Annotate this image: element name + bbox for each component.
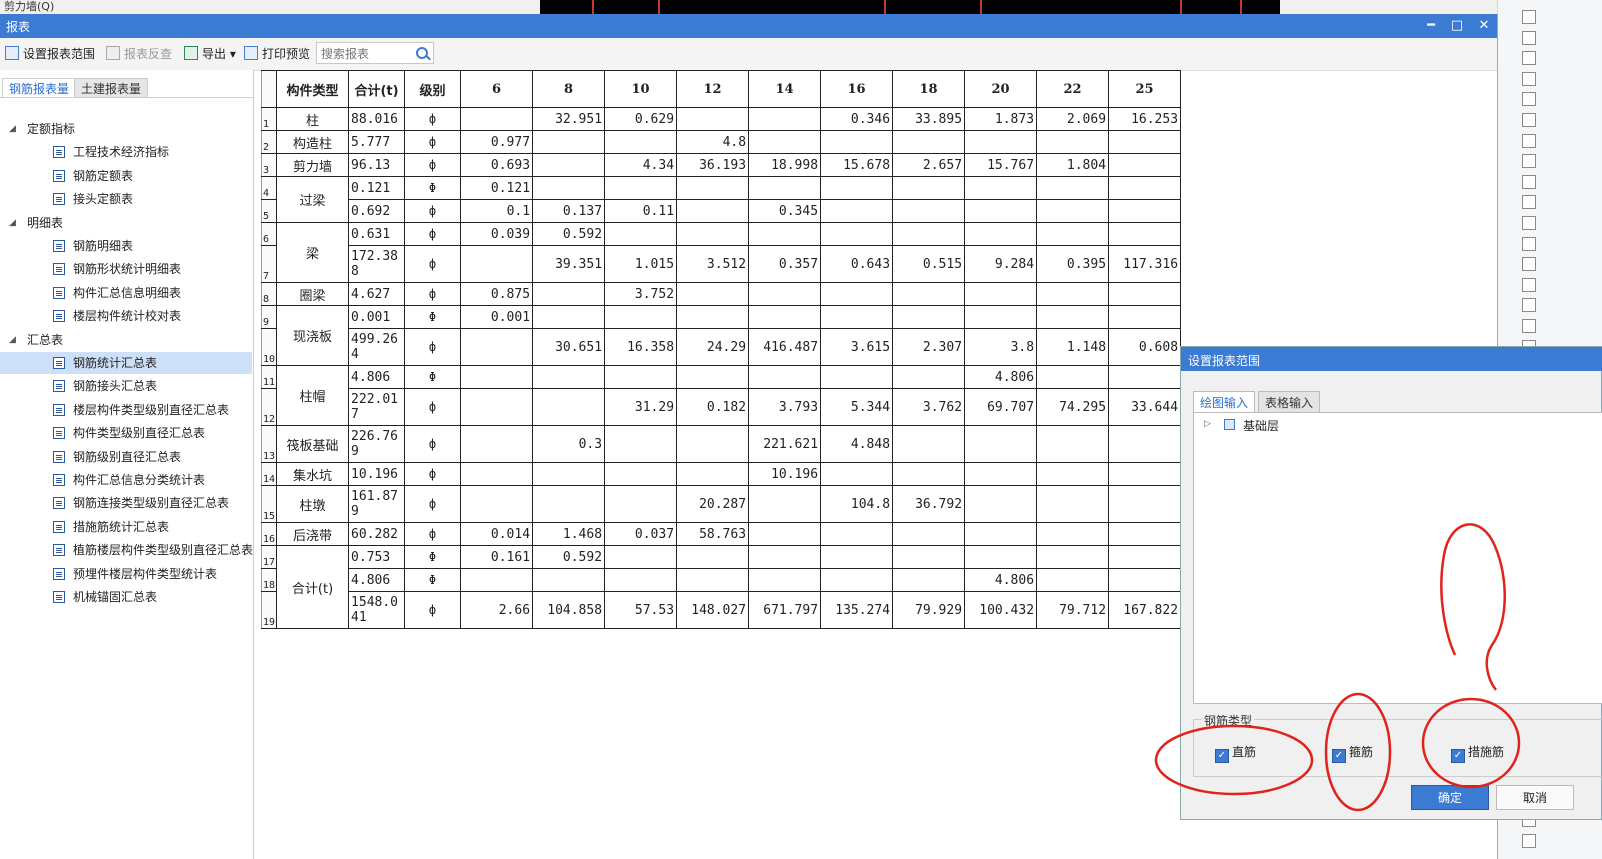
annotation-circle-stirrup [1324, 692, 1392, 812]
annotation-circle-measure [1421, 697, 1521, 789]
annotation-circle-straight [1154, 724, 1314, 796]
red-annotation-overlay [1154, 523, 1521, 812]
annotation-loop [1440, 523, 1506, 691]
